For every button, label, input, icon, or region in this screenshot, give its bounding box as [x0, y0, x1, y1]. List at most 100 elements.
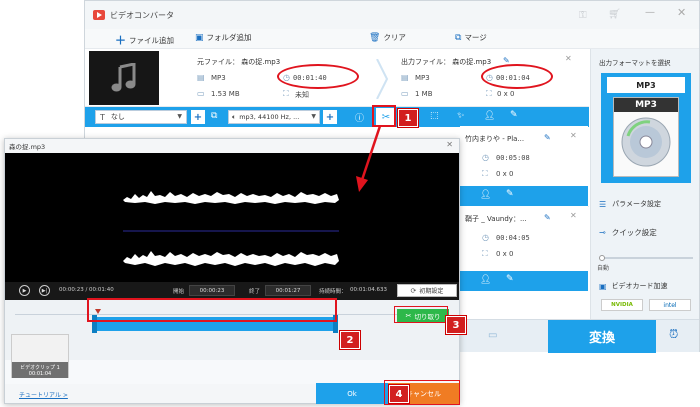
clock-icon: ◷: [482, 153, 489, 162]
effects-icon[interactable]: ✨︎: [457, 111, 464, 121]
ok-button[interactable]: Ok: [316, 383, 388, 404]
audio-value: mp3, 44100 Hz, ...: [239, 113, 300, 121]
watermark-icon[interactable]: 👤︎: [484, 111, 495, 121]
add-file-button[interactable]: ＋ ファイル追加: [115, 32, 174, 48]
merge-icon: ⧉: [455, 32, 462, 43]
format-card[interactable]: MP3 MP3: [601, 73, 691, 183]
duration-value: 00:01:04.633: [350, 287, 387, 293]
nvidia-badge: NVIDIA: [601, 299, 643, 311]
audio-track-select[interactable]: 🔈︎ mp3, 44100 Hz, ... ▼: [228, 110, 320, 124]
edit-bar: T なし ▼ + ⧉ 🔈︎ mp3, 44100 Hz, ... ▼ + ⓘ ✂…: [85, 107, 589, 127]
mp3-disc-icon: MP3: [613, 97, 679, 177]
clear-label: クリア: [383, 33, 406, 42]
editor-window: 森の捉.mp3 ✕ ▶ ▶| 00:00:23 / 00:01:40 開始 00…: [4, 138, 460, 404]
convert-button[interactable]: 変換: [548, 320, 656, 353]
app-logo-icon: [93, 9, 105, 21]
chevron-down-icon: ▼: [311, 113, 316, 120]
source-resolution: 未知: [295, 91, 309, 99]
resolution-icon: ⛶: [482, 249, 488, 258]
editor-close-button[interactable]: ✕: [446, 140, 453, 149]
watermark-icon[interactable]: 👤︎: [480, 190, 491, 200]
source-size: 1.53 MB: [211, 90, 240, 98]
param-settings-button[interactable]: ☰ パラメータ設定: [599, 197, 691, 211]
text-icon: T: [100, 112, 105, 122]
thumbnail: [89, 51, 159, 105]
add-audio-button[interactable]: +: [323, 110, 337, 124]
quick-settings-label: クイック設定: [611, 227, 657, 237]
item-duration: 00:05:08: [496, 154, 530, 162]
item-resolution: 0 x 0: [496, 170, 514, 178]
clip-caption: ビデオクリップ 1 00:01:04: [12, 362, 68, 378]
chevron-down-icon: ▼: [177, 113, 182, 120]
close-button[interactable]: ✕: [677, 6, 686, 19]
info-icon[interactable]: ⓘ: [355, 111, 364, 124]
quality-slider[interactable]: [599, 255, 693, 261]
annotation-3: 3: [446, 316, 466, 334]
remove-item-icon[interactable]: ✕: [570, 131, 577, 140]
add-folder-button[interactable]: ▣ フォルダ追加: [195, 32, 252, 43]
source-file-label: 元ファイル： 森の捉.mp3: [197, 58, 281, 66]
pointer-arrow: [356, 125, 382, 192]
step-forward-icon[interactable]: ▶|: [39, 285, 50, 296]
intel-label: intel: [663, 301, 677, 309]
output-file-label: 出力ファイル： 森の捉.mp3: [401, 58, 492, 66]
remove-item-icon[interactable]: ✕: [565, 54, 572, 63]
clear-button[interactable]: 🗑︎ クリア: [369, 32, 406, 43]
add-folder-label: フォルダ追加: [206, 33, 252, 42]
crop-icon[interactable]: ⬚: [430, 111, 439, 121]
output-size: 1 MB: [415, 90, 433, 98]
edit-icon[interactable]: ✎: [544, 213, 551, 222]
watermark-icon[interactable]: 👤︎: [480, 275, 491, 285]
slider-icon: ⊸: [599, 227, 606, 237]
clock-icon: ◷: [482, 233, 489, 242]
start-time-input[interactable]: 00:00:23: [189, 285, 235, 296]
remove-item-icon[interactable]: ✕: [570, 211, 577, 220]
output-folder-icon[interactable]: ▭: [488, 330, 497, 341]
waveform-display: [5, 153, 459, 282]
toolbar: ＋ ファイル追加 ▣ フォルダ追加 🗑︎ クリア ⧉ マージ: [85, 29, 699, 49]
resolution-icon: ⛶: [283, 89, 289, 98]
resolution-icon: ⛶: [482, 169, 488, 178]
format-heading: 出力フォーマットを選択: [599, 59, 671, 67]
item-2-edit-bar: 👤︎ ✎: [460, 186, 588, 206]
annotation-1: 1: [398, 109, 418, 127]
speaker-icon: 🔈︎: [232, 112, 237, 121]
subtitle-select[interactable]: T なし ▼: [95, 110, 187, 124]
key-icon[interactable]: ⚿: [579, 10, 587, 21]
title-bar: ビデオコンバータ ⚿ 🛒︎ — ✕: [85, 1, 699, 29]
arrow-divider: [375, 59, 389, 99]
right-panel: 出力フォーマットを選択 MP3 MP3 ☰ パラメータ設定 ⊸ クイック設定 自…: [590, 49, 699, 319]
play-icon[interactable]: ▶: [19, 285, 30, 296]
annotation-4: 4: [389, 385, 409, 403]
param-settings-label: パラメータ設定: [612, 200, 661, 208]
add-subtitle-button[interactable]: +: [191, 110, 205, 124]
plus-icon: ＋: [115, 34, 126, 47]
start-time-value: 00:00:23: [199, 287, 225, 294]
output-resolution: 0 x 0: [497, 90, 515, 98]
checkbox-icon: ▣: [599, 281, 607, 291]
window-title: ビデオコンバータ: [110, 10, 174, 20]
editor-title: 森の捉.mp3: [9, 143, 46, 151]
edit-icon[interactable]: ✎: [544, 133, 551, 142]
gpu-accel-label: ビデオカード加速: [611, 282, 668, 290]
merge-button[interactable]: ⧉ マージ: [455, 32, 487, 43]
link-icon[interactable]: ⧉: [211, 111, 217, 121]
reset-button[interactable]: ⟳ 初期設定: [397, 284, 457, 297]
cart-icon[interactable]: 🛒︎: [608, 9, 621, 20]
alarm-clock-icon[interactable]: ⏰︎: [669, 327, 678, 342]
end-time-input[interactable]: 00:01:27: [265, 285, 311, 296]
clip-preview: [12, 335, 68, 363]
duration-label: 持続時間：: [319, 289, 347, 295]
tutorial-link[interactable]: チュートリアル >: [19, 390, 68, 399]
edit-icon[interactable]: ✎: [506, 274, 514, 284]
clip-label: ビデオクリップ 1: [20, 364, 60, 371]
gpu-accel-toggle[interactable]: ▣ ビデオカード加速: [599, 281, 668, 291]
sliders-icon: ☰: [599, 199, 607, 209]
edit-icon[interactable]: ✎: [510, 110, 518, 120]
minimize-button[interactable]: —: [645, 7, 655, 18]
waveform: [123, 191, 339, 266]
add-file-label: ファイル追加: [129, 35, 174, 45]
edit-icon[interactable]: ✎: [506, 189, 514, 199]
folder-plus-icon: ▣: [195, 32, 204, 43]
clip-thumbnail[interactable]: ビデオクリップ 1 00:01:04: [11, 334, 69, 378]
